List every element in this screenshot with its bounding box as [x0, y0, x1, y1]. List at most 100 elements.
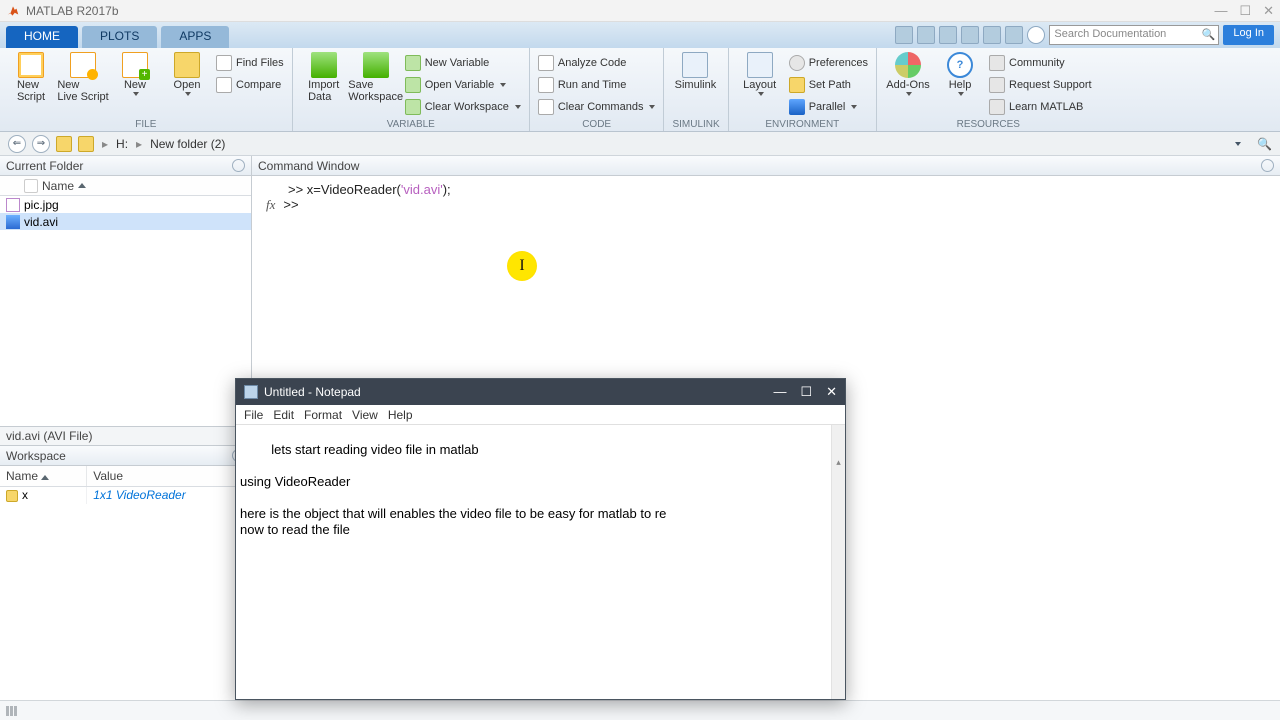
addons-button[interactable]: Add-Ons — [885, 52, 931, 96]
group-code-label: CODE — [538, 119, 656, 131]
search-path-icon[interactable]: 🔍 — [1257, 137, 1272, 151]
np-menu-help[interactable]: Help — [388, 408, 413, 422]
run-and-time-button[interactable]: Run and Time — [538, 74, 656, 95]
scroll-up-icon[interactable]: ▴ — [832, 455, 845, 469]
qat-save-icon[interactable] — [895, 26, 913, 44]
file-name-column[interactable]: Name — [0, 176, 251, 196]
learn-matlab-button[interactable]: Learn MATLAB — [989, 96, 1092, 117]
addr-dropdown-icon[interactable] — [1235, 142, 1241, 146]
status-indicator-icon — [6, 706, 17, 716]
group-env-label: ENVIRONMENT — [737, 119, 868, 131]
file-row[interactable]: vid.avi — [0, 213, 251, 230]
np-menu-edit[interactable]: Edit — [273, 408, 294, 422]
workspace-table[interactable]: Name Value x 1x1 VideoReader — [0, 466, 251, 504]
new-button[interactable]: +New — [112, 52, 158, 96]
notepad-window[interactable]: Untitled - Notepad — ☐ ✕ File Edit Forma… — [235, 378, 846, 700]
file-list[interactable]: pic.jpg vid.avi — [0, 196, 251, 426]
notepad-title: Untitled - Notepad — [264, 385, 361, 399]
toolstrip: New Script New Live Script +New Open Fin… — [0, 48, 1280, 132]
new-variable-button[interactable]: New Variable — [405, 52, 521, 73]
open-variable-button[interactable]: Open Variable — [405, 74, 521, 95]
notepad-icon — [244, 385, 258, 399]
panel-options-icon[interactable] — [1261, 159, 1274, 172]
np-menu-view[interactable]: View — [352, 408, 378, 422]
addr-drive[interactable]: H: — [116, 137, 128, 151]
qat-copy-icon[interactable] — [939, 26, 957, 44]
folder-icon[interactable] — [56, 136, 72, 152]
group-variable-label: VARIABLE — [301, 119, 521, 131]
search-documentation[interactable]: Search Documentation — [1049, 25, 1219, 45]
group-resources-label: RESOURCES — [885, 119, 1092, 131]
save-workspace-button[interactable]: Save Workspace — [353, 52, 399, 103]
minimize-icon[interactable]: — — [1214, 3, 1227, 19]
chevron-down-icon — [906, 92, 912, 96]
qat-redo-icon[interactable] — [1005, 26, 1023, 44]
new-script-button[interactable]: New Script — [8, 52, 54, 103]
details-bar: vid.avi (AVI File) — [0, 426, 251, 446]
qat-paste-icon[interactable] — [961, 26, 979, 44]
group-file-label: FILE — [8, 119, 284, 131]
nav-fwd-icon[interactable]: ⇒ — [32, 135, 50, 153]
np-close-icon[interactable]: ✕ — [826, 384, 837, 400]
open-button[interactable]: Open — [164, 52, 210, 96]
file-row[interactable]: pic.jpg — [0, 196, 251, 213]
notepad-scrollbar[interactable]: ▴ — [831, 425, 845, 699]
new-live-script-button[interactable]: New Live Script — [60, 52, 106, 103]
titlebar: MATLAB R2017b — ☐ ✕ — [0, 0, 1280, 22]
matlab-logo-icon — [6, 4, 20, 18]
tab-plots[interactable]: PLOTS — [82, 26, 157, 48]
qat-undo-icon[interactable] — [983, 26, 1001, 44]
np-minimize-icon[interactable]: — — [773, 384, 786, 400]
analyze-code-button[interactable]: Analyze Code — [538, 52, 656, 73]
help-button[interactable]: ?Help — [937, 52, 983, 96]
group-simulink-label: SIMULINK — [672, 119, 719, 131]
sort-asc-icon — [41, 475, 49, 480]
qat-cut-icon[interactable] — [917, 26, 935, 44]
nav-back-icon[interactable]: ⇐ — [8, 135, 26, 153]
chevron-down-icon — [515, 105, 521, 109]
file-icon — [24, 179, 38, 193]
cursor-highlight-icon — [507, 251, 537, 281]
community-button[interactable]: Community — [989, 52, 1092, 73]
ws-row[interactable]: x 1x1 VideoReader — [0, 486, 251, 504]
ws-col-value[interactable]: Value — [87, 466, 251, 486]
np-menu-format[interactable]: Format — [304, 408, 342, 422]
import-data-button[interactable]: Import Data — [301, 52, 347, 103]
close-icon[interactable]: ✕ — [1263, 3, 1274, 19]
chevron-down-icon — [758, 92, 764, 96]
current-folder-header: Current Folder — [0, 156, 251, 176]
notepad-editor[interactable]: lets start reading video file in matlab … — [236, 425, 845, 699]
tab-apps[interactable]: APPS — [161, 26, 229, 48]
clear-workspace-button[interactable]: Clear Workspace — [405, 96, 521, 117]
command-window-header: Command Window — [252, 156, 1280, 176]
workspace-header: Workspace — [0, 446, 251, 466]
find-files-button[interactable]: Find Files — [216, 52, 284, 73]
qat-help-icon[interactable] — [1027, 26, 1045, 44]
search-placeholder: Search Documentation — [1054, 28, 1166, 40]
addr-folder[interactable]: New folder (2) — [150, 137, 225, 151]
layout-button[interactable]: Layout — [737, 52, 783, 96]
panel-options-icon[interactable] — [232, 159, 245, 172]
chevron-down-icon — [500, 83, 506, 87]
fx-icon[interactable]: fx — [266, 197, 275, 213]
folder-up-icon[interactable] — [78, 136, 94, 152]
np-maximize-icon[interactable]: ☐ — [800, 384, 812, 400]
chevron-down-icon — [958, 92, 964, 96]
ribbon-tabs: HOME PLOTS APPS Search Documentation Log… — [0, 22, 1280, 48]
parallel-button[interactable]: Parallel — [789, 96, 868, 117]
compare-button[interactable]: Compare — [216, 74, 284, 95]
ws-col-name[interactable]: Name — [0, 466, 87, 486]
sort-asc-icon — [78, 183, 86, 188]
maximize-icon[interactable]: ☐ — [1239, 3, 1251, 19]
request-support-button[interactable]: Request Support — [989, 74, 1092, 95]
status-bar — [0, 700, 1280, 720]
notepad-menubar: File Edit Format View Help — [236, 405, 845, 425]
preferences-button[interactable]: Preferences — [789, 52, 868, 73]
simulink-button[interactable]: Simulink — [672, 52, 718, 91]
tab-home[interactable]: HOME — [6, 26, 78, 48]
notepad-titlebar[interactable]: Untitled - Notepad — ☐ ✕ — [236, 379, 845, 405]
clear-commands-button[interactable]: Clear Commands — [538, 96, 656, 117]
set-path-button[interactable]: Set Path — [789, 74, 868, 95]
login-button[interactable]: Log In — [1223, 25, 1274, 45]
np-menu-file[interactable]: File — [244, 408, 263, 422]
